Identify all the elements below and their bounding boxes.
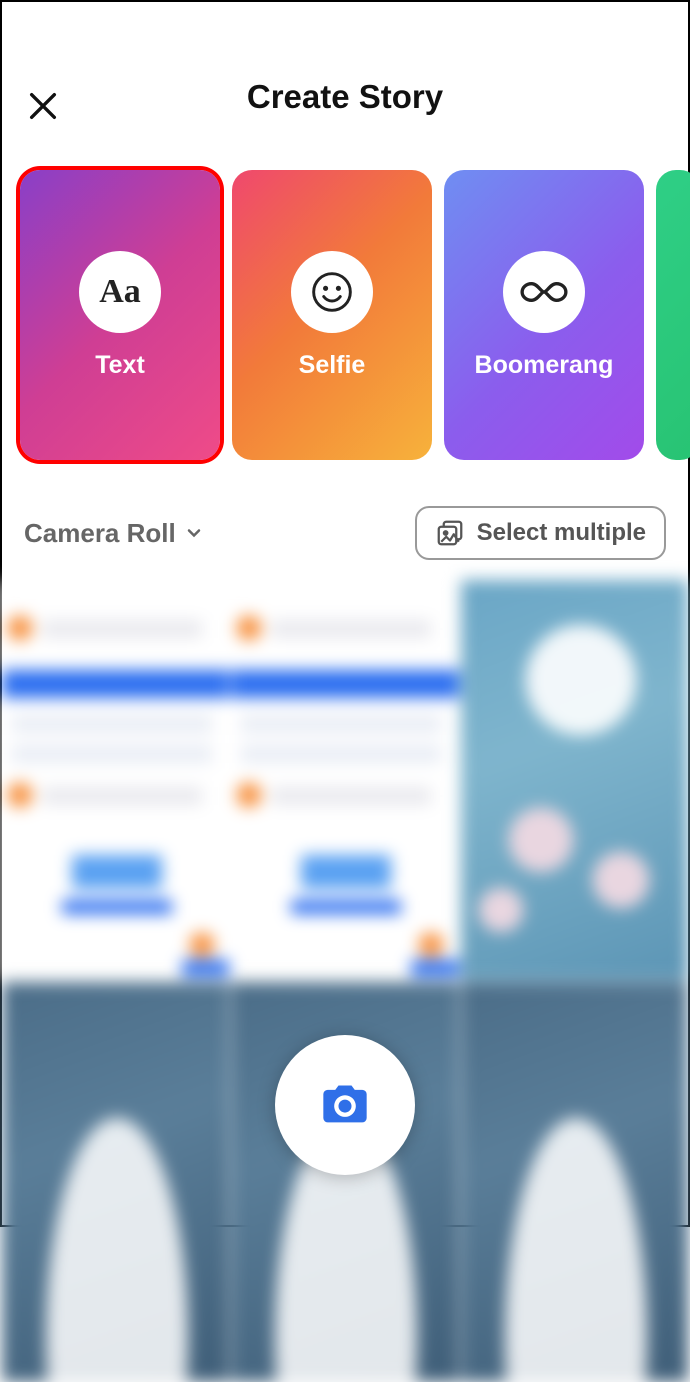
album-label: Camera Roll — [24, 518, 176, 549]
page-title: Create Story — [20, 78, 670, 116]
mode-card-text[interactable]: Aa Text — [20, 170, 220, 460]
album-picker[interactable]: Camera Roll — [24, 518, 204, 549]
infinity-icon — [503, 251, 585, 333]
mode-label: Text — [95, 351, 145, 380]
camera-button[interactable] — [275, 1035, 415, 1175]
mode-label: Selfie — [299, 351, 366, 380]
gallery-icon — [435, 518, 465, 548]
gallery-thumbnail[interactable] — [461, 982, 688, 1382]
story-mode-carousel[interactable]: Aa Text Selfie Boomerang — [2, 152, 688, 466]
gallery-thumbnail[interactable] — [461, 580, 688, 980]
select-multiple-label: Select multiple — [477, 519, 646, 547]
text-icon: Aa — [79, 251, 161, 333]
camera-roll-grid — [2, 580, 688, 1382]
gallery-thumbnail[interactable] — [231, 580, 458, 980]
chevron-down-icon — [184, 523, 204, 543]
smile-icon — [291, 251, 373, 333]
camera-icon — [319, 1079, 371, 1131]
mode-card-next[interactable] — [656, 170, 690, 460]
gallery-thumbnail[interactable] — [2, 982, 229, 1382]
header: Create Story — [2, 2, 688, 152]
select-multiple-button[interactable]: Select multiple — [415, 506, 666, 560]
mode-card-boomerang[interactable]: Boomerang — [444, 170, 644, 460]
gallery-toolbar: Camera Roll Select multiple — [2, 466, 688, 580]
mode-label: Boomerang — [475, 351, 614, 380]
close-icon — [26, 89, 60, 123]
close-button[interactable] — [24, 87, 62, 125]
mode-card-selfie[interactable]: Selfie — [232, 170, 432, 460]
gallery-thumbnail[interactable] — [2, 580, 229, 980]
